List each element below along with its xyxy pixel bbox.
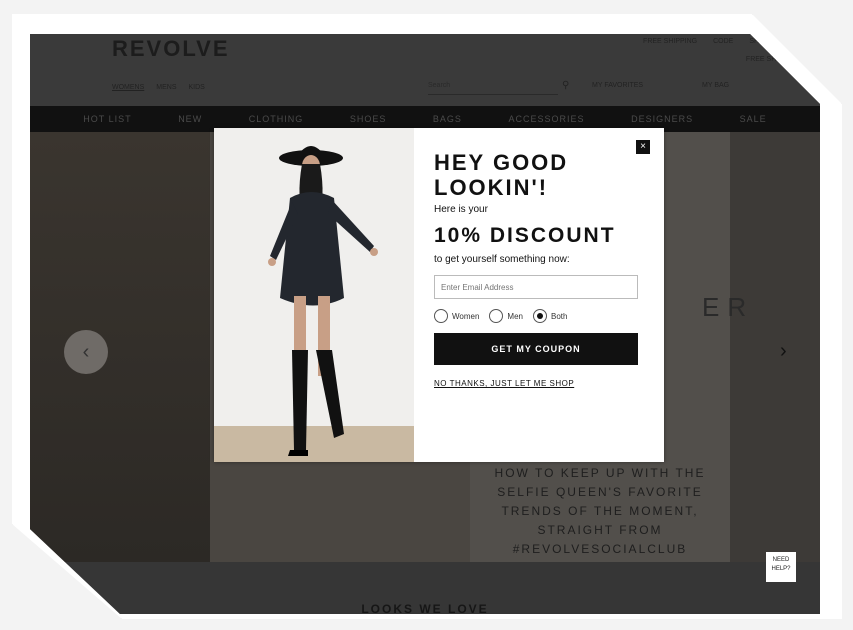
modal-headline: HEY GOOD LOOKIN'! (434, 150, 569, 200)
no-thanks-link[interactable]: NO THANKS, JUST LET ME SHOP (434, 379, 574, 388)
hero-panel-image (30, 132, 210, 562)
email-input[interactable] (434, 275, 638, 299)
carousel-next-arrow-icon[interactable]: › (780, 340, 787, 363)
modal-subtext: Here is your (434, 204, 488, 215)
hero-panel-image (730, 132, 820, 562)
nav-item-womens[interactable]: WOMENS (112, 84, 144, 91)
modal-subtext-2: to get yourself something now: (434, 254, 570, 265)
radio-circle-selected[interactable] (532, 309, 547, 323)
nav-item-mens[interactable]: MENS (156, 84, 176, 91)
discount-modal: × HEY GOOD LOOKIN'! Here is your 10% DIS… (214, 128, 664, 462)
modal-discount: 10% DISCOUNT (434, 224, 616, 247)
radio-label: Men (507, 311, 523, 321)
radio-label: Both (550, 311, 568, 321)
menu-item[interactable]: BAGS (433, 114, 462, 124)
get-coupon-button[interactable]: GET MY COUPON (434, 333, 638, 365)
gender-nav: WOMENS MENS KIDS (112, 84, 205, 91)
chat-help-button[interactable]: NEED HELP? (766, 552, 796, 582)
modal-content: × HEY GOOD LOOKIN'! Here is your 10% DIS… (414, 128, 664, 462)
carousel-prev-arrow-icon[interactable]: ‹ (64, 330, 108, 374)
radio-women[interactable]: Women (434, 309, 479, 323)
model-photo (214, 128, 414, 462)
radio-both[interactable]: Both (532, 309, 568, 323)
promo-caption[interactable]: HOW TO KEEP UP WITH THE SELFIE QUEEN'S F… (485, 464, 715, 559)
bag-link[interactable]: MY BAG (702, 82, 729, 89)
gender-radio-group: Women Men Both (434, 309, 646, 323)
menu-item[interactable]: NEW (178, 114, 202, 124)
search-input[interactable]: Search (428, 82, 558, 95)
top-link[interactable]: CODE (713, 38, 733, 45)
radio-men[interactable]: Men (489, 309, 523, 323)
favorites-link[interactable]: MY FAVORITES (592, 82, 643, 89)
top-link[interactable]: FREE SHIPPING (643, 38, 697, 45)
close-icon[interactable]: × (636, 140, 650, 154)
menu-item[interactable]: CLOTHING (249, 114, 304, 124)
menu-item[interactable]: SALE (740, 114, 767, 124)
hero-signage-text: ER (702, 292, 755, 322)
search-icon[interactable]: ⚲ (562, 80, 569, 91)
site-header: REVOLVE FREE SHIPPING CODE SHIP HELP FRE… (30, 34, 820, 106)
menu-item[interactable]: DESIGNERS (631, 114, 693, 124)
looks-section: LOOKS WE LOVE (30, 562, 820, 614)
menu-item[interactable]: ACCESSORIES (508, 114, 584, 124)
radio-circle[interactable] (489, 309, 504, 323)
site-logo[interactable]: REVOLVE (112, 36, 230, 62)
menu-item[interactable]: HOT LIST (83, 114, 131, 124)
radio-label: Women (452, 311, 480, 321)
model-illustration (214, 146, 414, 462)
nav-item-kids[interactable]: KIDS (189, 84, 205, 91)
top-link[interactable]: HELP (782, 38, 800, 45)
radio-circle[interactable] (434, 309, 448, 323)
section-title: LOOKS WE LOVE (361, 602, 489, 614)
menu-item[interactable]: SHOES (350, 114, 387, 124)
